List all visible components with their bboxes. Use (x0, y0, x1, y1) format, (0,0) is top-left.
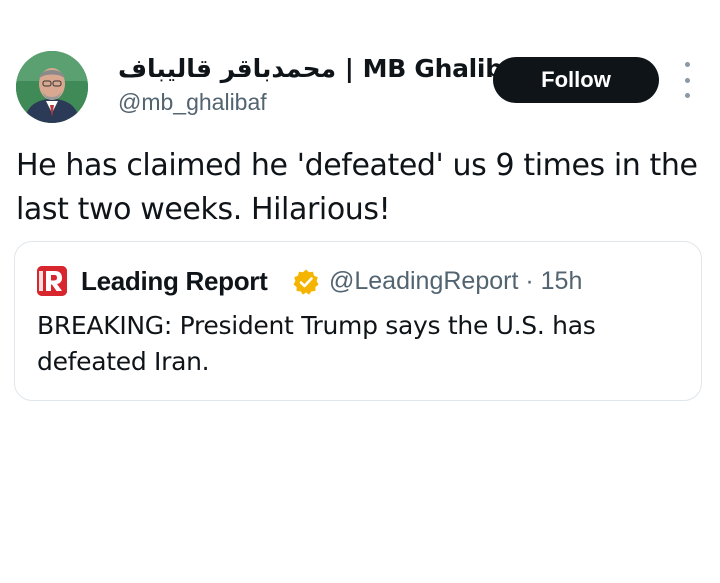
quoted-handle: @LeadingReport (329, 267, 519, 295)
quoted-tweet-card[interactable]: Leading Report @LeadingReport · 15h BREA… (14, 241, 702, 401)
leading-report-logo-icon (37, 266, 67, 296)
more-options-icon[interactable] (680, 62, 694, 98)
author-display-name[interactable]: محمدباقر قالیباف | MB Ghalib... (118, 54, 531, 83)
author-avatar[interactable] (16, 51, 88, 123)
quoted-handle-and-time[interactable]: @LeadingReport · 15h (329, 267, 582, 296)
quoted-separator: · (525, 267, 534, 295)
verified-badge-icon (293, 269, 319, 295)
follow-button[interactable]: Follow (493, 57, 659, 103)
quoted-author-name[interactable]: Leading Report (81, 266, 268, 297)
quoted-tweet-text: BREAKING: President Trump says the U.S. … (37, 311, 596, 376)
tweet-text: He has claimed he 'defeated' us 9 times … (16, 148, 698, 227)
author-avatar-image (16, 51, 88, 123)
quoted-timestamp: 15h (540, 267, 583, 295)
author-handle[interactable]: @mb_ghalibaf (118, 89, 267, 116)
